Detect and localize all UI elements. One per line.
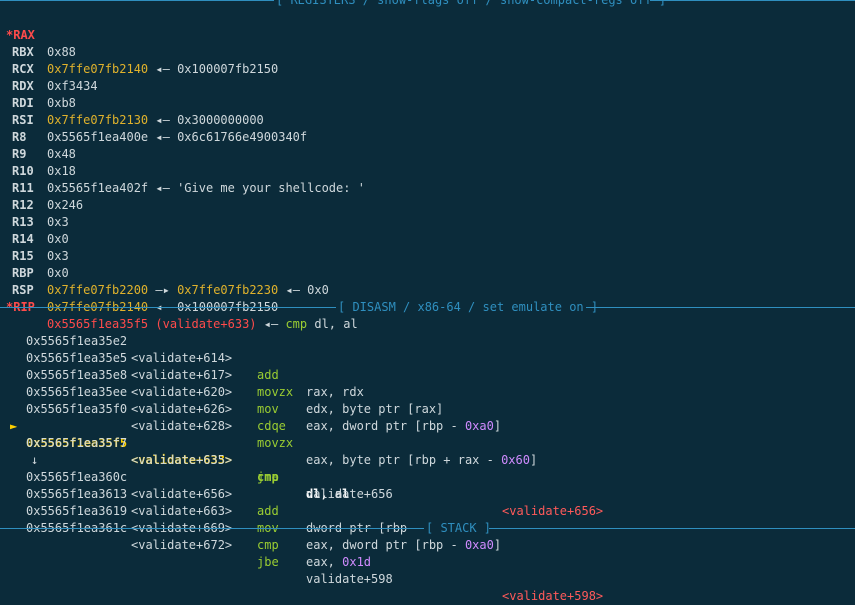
- instruction-mnemonic: jbe: [257, 555, 279, 569]
- instruction-operands: validate+598: [306, 572, 393, 586]
- register-row-rdx: RDX 0xb8: [0, 61, 855, 110]
- jump-flow-row: ↓: [0, 435, 855, 467]
- register-row-r13: R13 0x0: [0, 197, 855, 246]
- disasm-header: [ DISASM / x86-64 / set emulate on ]: [0, 299, 855, 316]
- disasm-row-current[interactable]: ► 0x5565f1ea35f5 <validate+633> cmp dl, …: [0, 401, 855, 501]
- register-row-r15: R15 0x0: [0, 231, 855, 280]
- disasm-row[interactable]: 0x5565f1ea35e5 <validate+617> movzx edx,…: [0, 333, 855, 416]
- header-rule: [586, 307, 855, 308]
- disasm-row[interactable]: 0x5565f1ea35e8 <validate+620> mov eax, d…: [0, 350, 855, 433]
- disasm-row[interactable]: 0x5565f1ea3619 <validate+669> cmp eax, 0…: [0, 486, 855, 569]
- register-row-rbp: RBP 0x7ffe07fb2200 —▸ 0x7ffe07fb2230 ◂— …: [0, 248, 855, 297]
- instruction-mnemonic: cmp: [257, 538, 279, 552]
- register-row-rsp: RSP 0x7ffe07fb2140 ◂— 0x100007fb2150: [0, 265, 855, 314]
- disasm-row[interactable]: 0x5565f1ea35ee <validate+626> cdqe: [0, 367, 855, 433]
- header-rule: [0, 0, 274, 1]
- register-row-r10: R10 0x5565f1ea402f ◂— 'Give me your shel…: [0, 146, 855, 195]
- register-row-rcx: RCX 0xf3434: [0, 44, 855, 93]
- register-row-rbx: RBX 0x7ffe07fb2140 ◂— 0x100007fb2150: [0, 27, 855, 76]
- register-row-rax: *RAX 0x88: [0, 10, 855, 59]
- disasm-row[interactable]: 0x5565f1ea35f0 <validate+628> movzx eax,…: [0, 384, 855, 467]
- header-rule: [0, 528, 424, 529]
- registers-header-title: [ REGISTERS / show-flags off / show-comp…: [274, 0, 669, 9]
- instruction-operands: eax, 0x1d: [306, 555, 372, 569]
- register-row-r14: R14 0x3: [0, 214, 855, 263]
- disasm-row[interactable]: 0x5565f1ea35f7 <validate+635> jne valida…: [0, 418, 855, 518]
- instruction-symbol: <validate+672>: [131, 538, 233, 552]
- disasm-row[interactable]: 0x5565f1ea3613 <validate+663> mov eax, d…: [0, 469, 855, 552]
- header-rule: [489, 528, 855, 529]
- stack-header: [ STACK ]: [0, 520, 855, 537]
- register-row-r11: R11 0x246: [0, 163, 855, 212]
- register-row-rip: *RIP 0x5565f1ea35f5 (validate+633) ◂— cm…: [0, 282, 855, 331]
- instruction-operands: eax, dword ptr [rbp - 0xa0]: [306, 538, 502, 552]
- register-row-rdi: RDI 0x7ffe07fb2130 ◂— 0x3000000000: [0, 78, 855, 127]
- disasm-row[interactable]: 0x5565f1ea361c <validate+672> jbe valida…: [0, 503, 855, 603]
- register-row-r9: R9 0x18: [0, 129, 855, 178]
- disasm-row[interactable]: 0x5565f1ea35e2 <validate+614> add rax, r…: [0, 316, 855, 399]
- register-row-rsi: RSI 0x5565f1ea400e ◂— 0x6c61766e4900340f: [0, 95, 855, 144]
- register-row-r12: R12 0x3: [0, 180, 855, 229]
- disasm-row[interactable]: 0x5565f1ea360c <validate+656> add dword …: [0, 452, 855, 535]
- registers-header: [ REGISTERS / show-flags off / show-comp…: [0, 0, 855, 9]
- register-row-r8: R8 0x48: [0, 112, 855, 161]
- disasm-header-title: [ DISASM / x86-64 / set emulate on ]: [336, 299, 601, 316]
- header-rule: [0, 307, 336, 308]
- header-rule: [650, 0, 855, 1]
- stack-header-title: [ STACK ]: [424, 520, 494, 537]
- branch-target-hint: <validate+598>: [502, 589, 604, 603]
